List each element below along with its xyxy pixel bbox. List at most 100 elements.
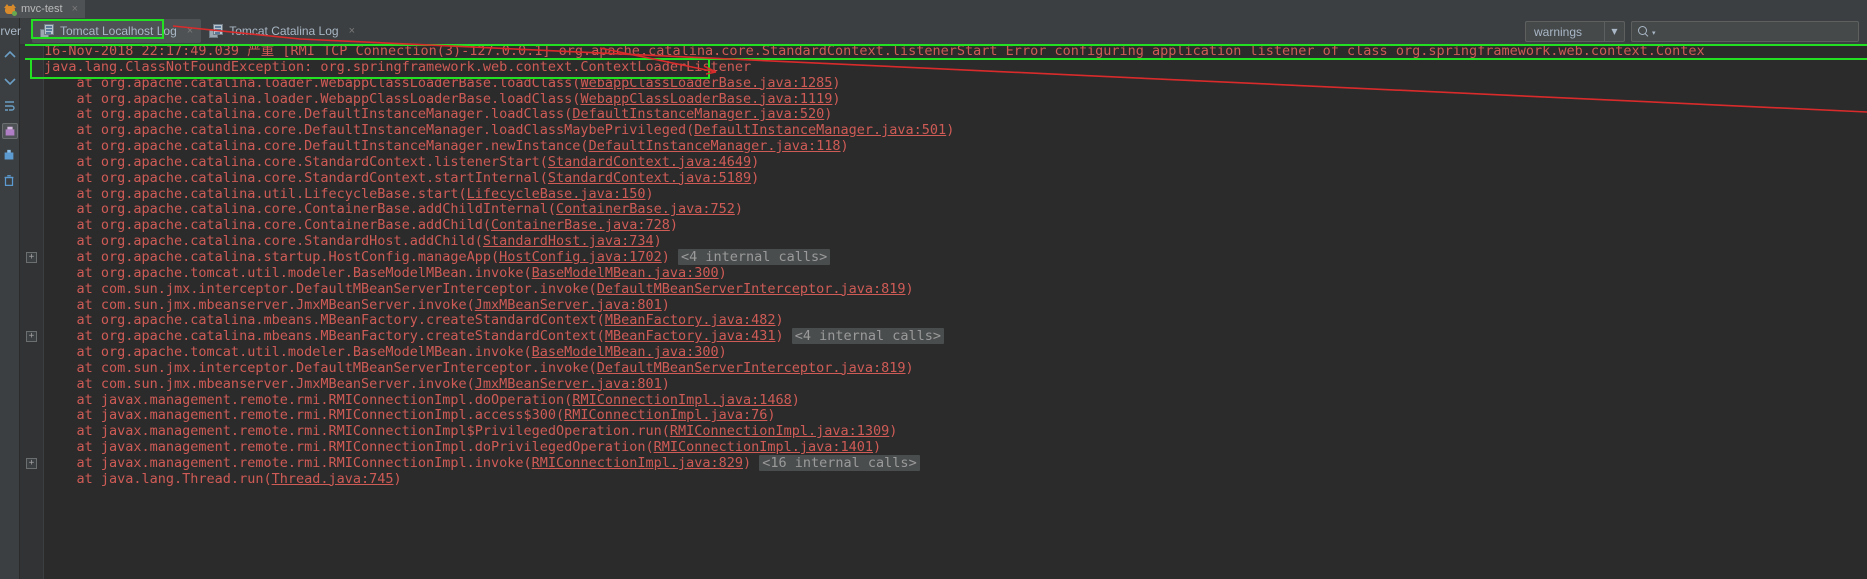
log-line: at org.apache.catalina.startup.HostConfi… xyxy=(44,248,1705,266)
log-text: at javax.management.remote.rmi.RMIConnec… xyxy=(44,454,532,471)
log-line: at javax.management.remote.rmi.RMIConnec… xyxy=(44,407,1705,424)
source-link[interactable]: JmxMBeanServer.java:801 xyxy=(475,376,662,392)
log-text: ) xyxy=(832,90,841,107)
log-line: at com.sun.jmx.interceptor.DefaultMBeanS… xyxy=(44,359,1705,377)
log-text: ) xyxy=(946,122,955,139)
log-text: ) xyxy=(889,423,898,440)
log-text: at org.apache.catalina.core.StandardHost… xyxy=(44,233,483,250)
source-link[interactable]: JmxMBeanServer.java:801 xyxy=(475,297,662,313)
chevron-down-icon[interactable]: ▼ xyxy=(1604,22,1624,41)
internal-calls-badge[interactable]: <16 internal calls> xyxy=(759,454,920,471)
source-link[interactable]: ContainerBase.java:752 xyxy=(556,201,735,218)
source-link[interactable]: WebappClassLoaderBase.java:1119 xyxy=(580,91,832,107)
log-text: ) xyxy=(840,138,849,155)
print-icon[interactable] xyxy=(1,123,18,139)
log-line: at javax.management.remote.rmi.RMIConnec… xyxy=(44,423,1705,440)
log-text: ) xyxy=(791,391,800,408)
source-link[interactable]: RMIConnectionImpl.java:1309 xyxy=(670,423,889,439)
internal-calls-badge[interactable]: <4 internal calls> xyxy=(791,328,945,345)
close-icon[interactable]: × xyxy=(187,25,193,37)
chevron-down-icon[interactable]: ▾ xyxy=(1652,29,1656,37)
log-text: 16-Nov-2018 22:17:49.039 严重 [RMI TCP Con… xyxy=(44,44,1705,59)
log-level-value: warnings xyxy=(1534,24,1583,39)
fold-expand-icon[interactable]: + xyxy=(26,458,37,470)
log-text: ) xyxy=(653,233,662,250)
log-text: at org.apache.catalina.core.ContainerBas… xyxy=(44,201,557,218)
ide-console-window: mvc-test × erver Tomca xyxy=(0,0,1867,579)
log-line: at javax.management.remote.rmi.RMIConnec… xyxy=(44,439,1705,456)
log-line: at org.apache.catalina.core.DefaultInsta… xyxy=(44,106,1705,123)
tab-tomcat-catalina-log[interactable]: Tomcat Catalina Log × xyxy=(201,19,363,43)
close-icon[interactable]: × xyxy=(349,25,355,37)
log-line: at javax.management.remote.rmi.RMIConnec… xyxy=(44,391,1705,409)
log-text: ) xyxy=(718,344,727,361)
log-text: at com.sun.jmx.interceptor.DefaultMBeanS… xyxy=(44,359,597,376)
log-text: ) xyxy=(669,217,678,234)
log-text: ) xyxy=(393,470,402,487)
log-line: at com.sun.jmx.interceptor.DefaultMBeanS… xyxy=(44,281,1705,298)
log-text: ) xyxy=(832,74,841,91)
source-link[interactable]: Thread.java:745 xyxy=(272,471,394,487)
tab-label: Tomcat Localhost Log xyxy=(60,24,177,38)
source-link[interactable]: DefaultMBeanServerInterceptor.java:819 xyxy=(597,281,906,297)
log-text: ) xyxy=(661,296,670,313)
log-text: ) xyxy=(734,201,743,218)
trash-icon[interactable] xyxy=(2,173,18,189)
fold-expand-icon[interactable]: + xyxy=(26,252,37,264)
internal-calls-badge[interactable]: <4 internal calls> xyxy=(677,248,831,265)
project-tab-mvc-test[interactable]: mvc-test × xyxy=(0,0,85,18)
source-link[interactable]: DefaultMBeanServerInterceptor.java:819 xyxy=(597,360,906,376)
log-text: ) xyxy=(767,407,776,424)
source-link[interactable]: WebappClassLoaderBase.java:1285 xyxy=(580,75,832,91)
source-link[interactable]: RMIConnectionImpl.java:76 xyxy=(564,407,767,423)
source-link[interactable]: StandardHost.java:734 xyxy=(483,233,654,249)
log-text: at com.sun.jmx.mbeanserver.JmxMBeanServe… xyxy=(44,296,475,313)
log-file-icon xyxy=(40,24,54,38)
log-line: at org.apache.catalina.loader.WebappClas… xyxy=(44,90,1705,108)
fold-expand-icon[interactable]: + xyxy=(26,331,37,343)
search-input[interactable]: ▾ xyxy=(1631,21,1859,42)
source-link[interactable]: RMIConnectionImpl.java:829 xyxy=(532,455,743,471)
log-text: at org.apache.catalina.core.DefaultInsta… xyxy=(44,106,573,123)
source-link[interactable]: RMIConnectionImpl.java:1401 xyxy=(654,439,873,455)
log-text: at org.apache.catalina.core.StandardCont… xyxy=(44,169,548,186)
server-panel-label: erver xyxy=(0,24,21,38)
source-link[interactable]: BaseModelMBean.java:300 xyxy=(532,265,719,281)
source-link[interactable]: StandardContext.java:5189 xyxy=(548,170,751,186)
log-text: at javax.management.remote.rmi.RMIConnec… xyxy=(44,407,565,424)
source-link[interactable]: HostConfig.java:1702 xyxy=(499,249,662,265)
source-link[interactable]: ContainerBase.java:728 xyxy=(491,217,670,233)
source-link[interactable]: DefaultInstanceManager.java:501 xyxy=(694,122,946,138)
source-link[interactable]: DefaultInstanceManager.java:520 xyxy=(572,106,824,122)
log-text: at org.apache.catalina.mbeans.MBeanFacto… xyxy=(44,312,605,329)
console-toolbar-right: warnings ▼ ▾ xyxy=(1525,21,1859,42)
log-text: at javax.management.remote.rmi.RMIConnec… xyxy=(44,423,670,440)
log-line: at org.apache.catalina.core.ContainerBas… xyxy=(44,217,1705,234)
scroll-up-icon[interactable] xyxy=(2,48,18,64)
intellij-cat-icon xyxy=(4,3,17,16)
source-link[interactable]: MBeanFactory.java:431 xyxy=(605,328,776,344)
close-icon[interactable]: × xyxy=(72,3,78,15)
clear-all-icon[interactable] xyxy=(2,148,18,164)
log-line-list: 16-Nov-2018 22:17:49.039 严重 [RMI TCP Con… xyxy=(44,44,1705,488)
project-tab-label: mvc-test xyxy=(21,3,63,15)
log-text: ) xyxy=(873,439,882,456)
source-link[interactable]: BaseModelMBean.java:300 xyxy=(532,344,719,360)
log-text: ) xyxy=(751,153,760,170)
console-output-area[interactable]: 16-Nov-2018 22:17:49.039 严重 [RMI TCP Con… xyxy=(20,44,1867,579)
wrap-text-icon[interactable] xyxy=(2,98,18,114)
log-text: ) xyxy=(661,375,670,392)
log-line: at org.apache.catalina.mbeans.MBeanFacto… xyxy=(44,328,1705,345)
source-link[interactable]: MBeanFactory.java:482 xyxy=(605,312,776,328)
log-line: at org.apache.catalina.mbeans.MBeanFacto… xyxy=(44,312,1705,329)
source-link[interactable]: LifecycleBase.java:150 xyxy=(467,186,646,202)
source-link[interactable]: DefaultInstanceManager.java:118 xyxy=(589,138,841,154)
log-line: at org.apache.catalina.core.ContainerBas… xyxy=(44,202,1705,218)
log-text: at org.apache.tomcat.util.modeler.BaseMo… xyxy=(44,344,532,361)
log-level-filter-dropdown[interactable]: warnings ▼ xyxy=(1525,21,1625,42)
source-link[interactable]: StandardContext.java:4649 xyxy=(548,154,751,170)
scroll-down-icon[interactable] xyxy=(2,73,18,89)
log-line: at org.apache.catalina.core.StandardCont… xyxy=(44,153,1705,171)
source-link[interactable]: RMIConnectionImpl.java:1468 xyxy=(572,392,791,408)
tab-tomcat-localhost-log[interactable]: Tomcat Localhost Log × xyxy=(32,19,202,43)
